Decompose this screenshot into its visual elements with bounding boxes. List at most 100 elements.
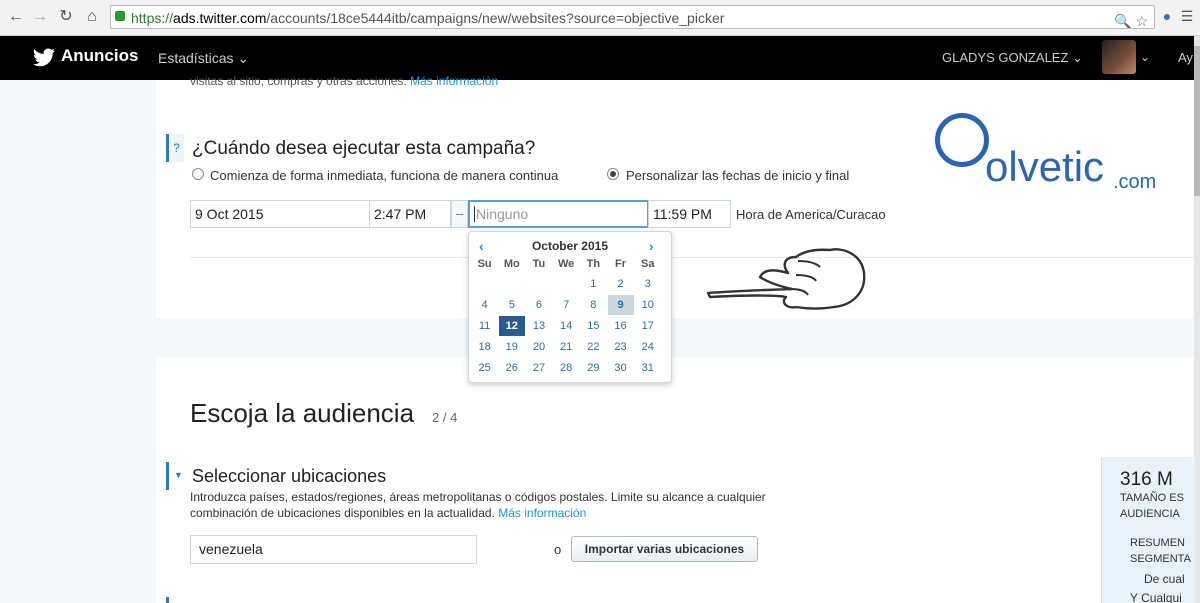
calendar-day[interactable]: 22	[580, 337, 607, 358]
chevron-down-icon[interactable]: ⌄	[1140, 50, 1150, 64]
calendar-day[interactable]: 24	[634, 337, 661, 358]
address-bar[interactable]: https://ads.twitter.com/accounts/18ce544…	[110, 5, 1155, 29]
summary-item-2: Y Cualqui	[1130, 591, 1182, 603]
calendar-day[interactable]: 26	[498, 357, 525, 378]
stats-menu-label: Estadísticas	[158, 50, 234, 66]
weekday-header: We	[558, 258, 575, 270]
zoom-star-icons[interactable]: 🔍 ☆	[1114, 9, 1148, 28]
back-icon[interactable]: ←	[6, 6, 26, 28]
calendar-day[interactable]: 25	[471, 357, 498, 378]
calendar-empty-cell	[525, 272, 552, 295]
calendar-day[interactable]: 14	[553, 316, 580, 337]
calendar-day[interactable]: 12	[498, 316, 525, 337]
summary-label-2: SEGMENTA	[1130, 553, 1191, 565]
calendar-day[interactable]: 2	[607, 272, 634, 295]
divider	[190, 257, 1194, 258]
scrollbar-thumb[interactable]	[1194, 46, 1200, 196]
locations-more-link[interactable]: Más información	[498, 506, 586, 520]
pointing-hand-icon	[706, 248, 866, 310]
calendar-day[interactable]: 11	[471, 316, 498, 337]
audience-size: 316 M	[1120, 469, 1173, 490]
forward-icon[interactable]: →	[30, 6, 50, 28]
chevron-down-icon: ⌄	[237, 50, 250, 66]
radio-immediate[interactable]	[192, 168, 204, 180]
import-locations-button[interactable]: Importar varias ubicaciones	[571, 536, 758, 562]
date-picker: ‹ October 2015 › Su Mo Tu We Th Fr Sa 12345678…	[468, 231, 672, 383]
calendar-day[interactable]: 17	[634, 316, 661, 337]
calendar-day[interactable]: 18	[471, 337, 498, 358]
section-marker	[166, 597, 169, 603]
calendar-day[interactable]: 19	[498, 337, 525, 358]
chevron-down-icon: ⌄	[1072, 50, 1083, 65]
calendar-day[interactable]: 1	[580, 272, 607, 295]
calendar-day[interactable]: 7	[553, 295, 580, 316]
calendar-day[interactable]: 15	[580, 316, 607, 337]
calendar-day[interactable]: 21	[553, 337, 580, 358]
calendar-day[interactable]: 29	[580, 357, 607, 378]
locations-title: Seleccionar ubicaciones	[192, 466, 387, 486]
calendar-day[interactable]: 4	[471, 295, 498, 316]
end-time-input[interactable]: 11:59 PM	[648, 200, 731, 228]
step-indicator: 2 / 4	[432, 410, 458, 425]
weekday-header: Mo	[503, 258, 520, 270]
calendar-day[interactable]: 5	[498, 295, 525, 316]
url-path: /accounts/18ce5444itb/campaigns/new/webs…	[266, 10, 725, 26]
calendar-day[interactable]: 20	[525, 337, 552, 358]
user-name: GLADYS GONZALEZ	[942, 50, 1069, 65]
calendar-day[interactable]: 30	[607, 357, 634, 378]
audience-title: Escoja la audiencia	[190, 398, 415, 428]
calendar-grid: Su Mo Tu We Th Fr Sa 1 2 3 4 5 6 7 8 9 10 11 12 13 14 15 16 17…	[471, 256, 661, 378]
start-date-input[interactable]: 9 Oct 2015	[190, 200, 370, 228]
end-date-input[interactable]: Ninguno	[468, 200, 649, 228]
calendar-week: 11 12 13 14 15 16 17	[471, 316, 661, 337]
calendar-day[interactable]: 31	[634, 357, 661, 378]
home-icon[interactable]: ⌂	[82, 6, 102, 28]
browser-toolbar: ← → ↻ ⌂ https://ads.twitter.com/accounts…	[0, 0, 1200, 36]
date-separator: –	[451, 200, 468, 228]
next-month-icon[interactable]: ›	[649, 238, 654, 254]
radio-custom-label[interactable]: Personalizar las fechas de inicio y fina…	[626, 168, 849, 183]
objective-more-link[interactable]: Más información	[410, 74, 498, 88]
audience-summary: 316 M TAMAÑO ES AUDIENCIA RESUMEN SEGMEN…	[1101, 457, 1195, 603]
calendar-day[interactable]: 27	[525, 357, 552, 378]
audience-size-label-1: TAMAÑO ES	[1120, 492, 1184, 504]
radio-immediate-label[interactable]: Comienza de forma inmediata, funciona de…	[210, 168, 558, 183]
extension-icon[interactable]: ●	[1158, 6, 1176, 26]
twitter-bird-icon[interactable]	[32, 46, 56, 70]
help-icon[interactable]: ?	[166, 134, 184, 162]
calendar-week: 123	[471, 272, 661, 295]
menu-icon[interactable]: ☰	[1178, 6, 1196, 26]
calendar-week: 25 26 27 28 29 30 31	[471, 357, 661, 378]
location-input[interactable]: venezuela	[190, 535, 477, 564]
calendar-day[interactable]: 28	[553, 357, 580, 378]
collapse-caret-icon[interactable]: ▼	[174, 470, 183, 480]
reload-icon[interactable]: ↻	[56, 6, 76, 28]
logo-word: olvetic	[985, 143, 1105, 190]
summary-item-1: De cual	[1144, 572, 1185, 586]
timezone-label: Hora de America/Curacao	[736, 207, 886, 222]
objective-description: visitas al sitio, compras y otras accion…	[190, 74, 498, 88]
calendar-day[interactable]: 6	[525, 295, 552, 316]
calendar-week: 4 5 6 7 8 9 10	[471, 295, 661, 316]
help-menu[interactable]: Ay	[1178, 50, 1193, 65]
logo-bubble	[935, 113, 989, 167]
start-time-input[interactable]: 2:47 PM	[369, 200, 451, 228]
calendar-empty-cell	[498, 272, 525, 295]
calendar-day[interactable]: 9	[607, 295, 634, 316]
brand-label[interactable]: Anuncios	[61, 46, 138, 66]
schedule-title: ¿Cuándo desea ejecutar esta campaña?	[192, 138, 536, 159]
section-marker	[166, 462, 169, 490]
calendar-day[interactable]: 3	[634, 272, 661, 295]
or-label: o	[554, 542, 562, 557]
user-menu[interactable]: GLADYS GONZALEZ ⌄	[942, 50, 1083, 66]
audience-size-label-2: AUDIENCIA	[1120, 508, 1180, 520]
calendar-empty-cell	[553, 272, 580, 295]
calendar-day[interactable]: 13	[525, 316, 552, 337]
stats-menu[interactable]: Estadísticas ⌄	[158, 50, 249, 67]
radio-custom[interactable]	[607, 168, 619, 180]
calendar-day[interactable]: 10	[634, 295, 661, 316]
calendar-day[interactable]: 16	[607, 316, 634, 337]
avatar[interactable]	[1102, 40, 1136, 74]
calendar-day[interactable]: 23	[607, 337, 634, 358]
calendar-day[interactable]: 8	[580, 295, 607, 316]
